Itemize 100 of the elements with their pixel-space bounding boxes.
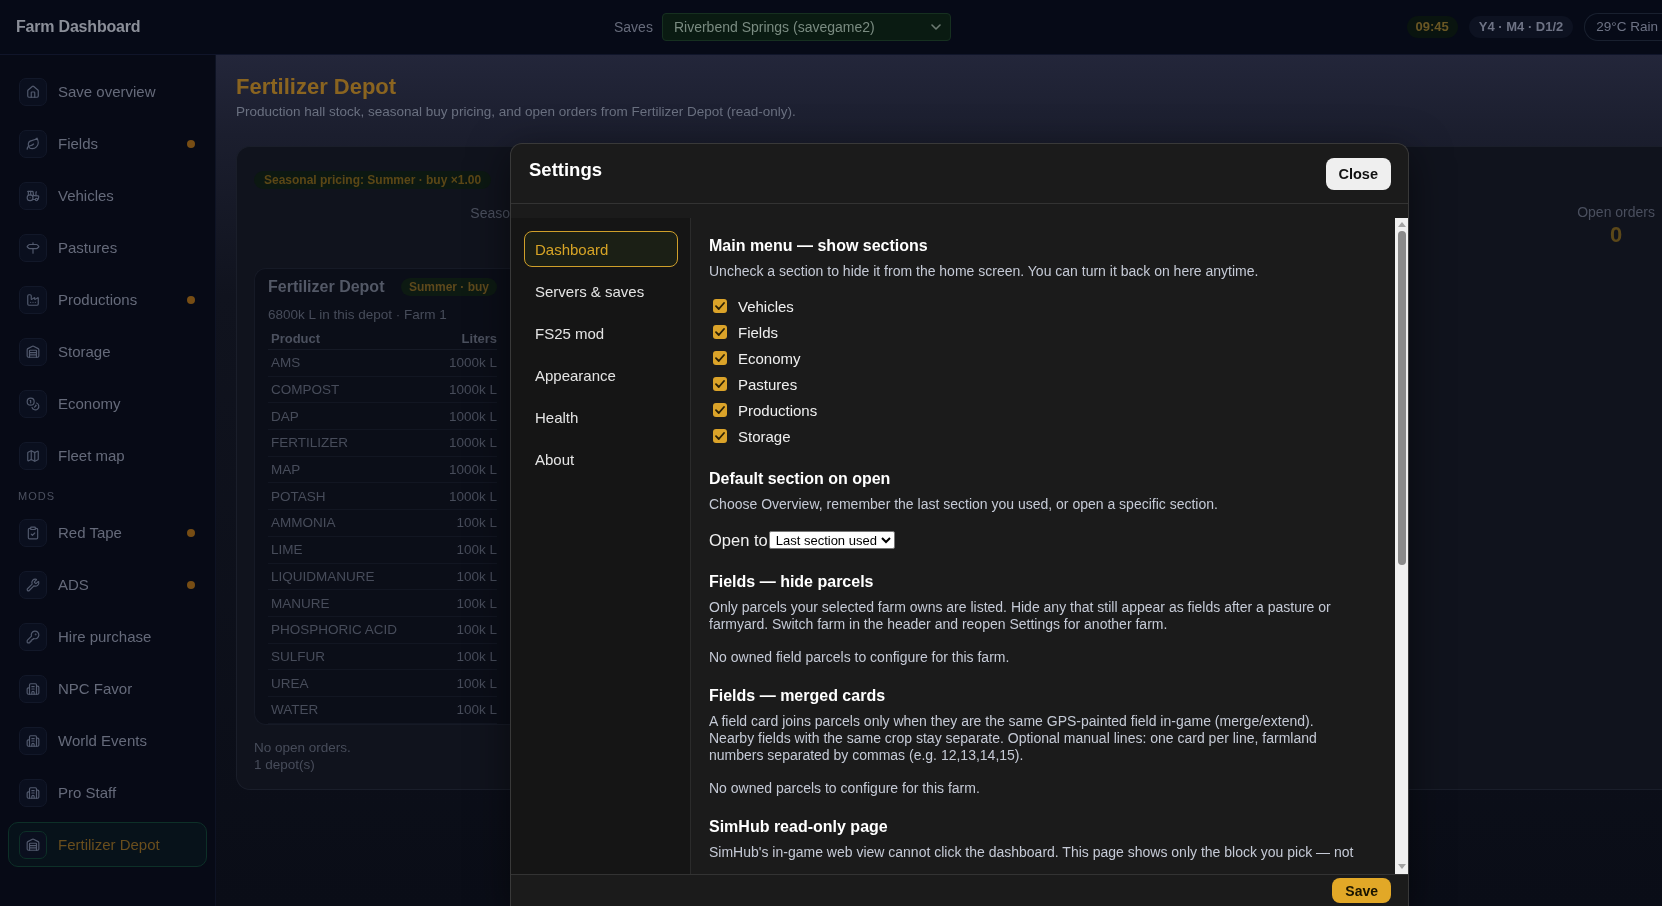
checkbox-label: Pastures bbox=[738, 375, 798, 393]
sidebar-item[interactable]: Productions bbox=[8, 277, 207, 322]
table-cell: 100k L bbox=[456, 648, 497, 664]
building-icon bbox=[19, 778, 47, 807]
table-cell: POTASH bbox=[271, 488, 326, 504]
date-badge: Y4 · M4 · D1/2 bbox=[1468, 16, 1574, 38]
section-text: Uncheck a section to hide it from the home screen. You can turn it back on here anytime. bbox=[709, 263, 1260, 280]
triangle-up-icon bbox=[1397, 222, 1406, 227]
stat-value: 0 bbox=[1609, 223, 1623, 247]
page-subtitle: Production hall stock, seasonal buy pricing, and open orders from Fertilizer Depot (read-only). bbox=[236, 103, 797, 121]
sidebar-item[interactable]: Fertilizer Depot bbox=[8, 822, 207, 867]
section-text: No owned parcels to configure for this farm. bbox=[709, 780, 981, 797]
section-text: Only parcels your selected farm owns are listed. Hide any that still appear as fields after a pasture or farmyard. Switch farm in the header and reopen Settings for another farm. bbox=[709, 599, 1332, 633]
time-badge: 09:45 bbox=[1406, 16, 1458, 38]
sidebar-item[interactable]: Vehicles bbox=[8, 173, 207, 218]
sidebar-item[interactable]: Pastures bbox=[8, 225, 207, 270]
table-cell: MANURE bbox=[271, 595, 330, 611]
section-heading: Main menu — show sections bbox=[709, 236, 929, 256]
checkbox[interactable] bbox=[713, 351, 727, 365]
checkbox[interactable] bbox=[713, 377, 727, 391]
section-heading: SimHub read-only page bbox=[709, 817, 889, 837]
house-icon bbox=[19, 77, 47, 106]
building-icon bbox=[19, 674, 47, 703]
sidebar-item[interactable]: Red Tape bbox=[8, 510, 207, 555]
section-text: Choose Overview, remember the last section you used, or open a specific section. bbox=[709, 496, 1219, 513]
checkbox[interactable] bbox=[713, 403, 727, 417]
settings-nav-item[interactable]: Servers & saves bbox=[524, 273, 678, 309]
sidebar-item[interactable]: World Events bbox=[8, 718, 207, 763]
settings-nav-item[interactable]: About bbox=[524, 441, 678, 477]
table-cell: COMPOST bbox=[271, 382, 340, 398]
orders-note: No open orders. bbox=[254, 739, 352, 756]
table-cell: 100k L bbox=[456, 702, 497, 718]
column-header: Product bbox=[271, 331, 321, 346]
sidebar-item[interactable]: Fleet map bbox=[8, 433, 207, 478]
saves-label: Saves bbox=[614, 19, 653, 35]
sidebar-item[interactable]: Hire purchase bbox=[8, 614, 207, 659]
sidebar-item[interactable]: Pro Staff bbox=[8, 770, 207, 815]
table-cell: AMS bbox=[271, 355, 301, 371]
table-cell: UREA bbox=[271, 675, 309, 691]
sidebar-section-label: MODS bbox=[17, 490, 56, 503]
table-cell: 1000k L bbox=[448, 435, 497, 451]
table-cell: 100k L bbox=[456, 542, 497, 558]
table-cell: AMMONIA bbox=[271, 515, 336, 531]
table-cell: LIQUIDMANURE bbox=[271, 568, 375, 584]
table-cell: WATER bbox=[271, 702, 319, 718]
field-label: Open to bbox=[709, 530, 768, 550]
section-text: A field card joins parcels only when they are the same GPS-painted field in-game (merge/extend). Nearby fields with the same crop stay separate. Optional manual lines: one card per line, farmland numbers separated by commas (e.g. 12,13,14,15). bbox=[709, 713, 1318, 764]
season-badge: Summer · buy bbox=[401, 278, 497, 296]
table-cell: 1000k L bbox=[448, 488, 497, 504]
settings-nav-item[interactable]: Health bbox=[524, 399, 678, 435]
building-icon bbox=[19, 726, 47, 755]
stat-label: Seaso bbox=[470, 204, 510, 222]
checkbox[interactable] bbox=[713, 325, 727, 339]
section-heading: Fields — merged cards bbox=[709, 686, 887, 706]
table-cell: 100k L bbox=[456, 622, 497, 638]
page-title: Fertilizer Depot bbox=[236, 74, 398, 100]
settings-nav-item[interactable]: Dashboard bbox=[524, 231, 678, 267]
chevron-down-icon bbox=[930, 24, 941, 30]
wrench-icon bbox=[19, 570, 47, 599]
section-heading: Fields — hide parcels bbox=[709, 572, 875, 592]
stat-label: Open orders bbox=[1577, 203, 1655, 221]
table-cell: 100k L bbox=[456, 515, 497, 531]
settings-nav-item[interactable]: FS25 mod bbox=[524, 315, 678, 351]
save-select[interactable]: Riverbend Springs (savegame2) bbox=[661, 13, 951, 41]
signpost-icon bbox=[19, 233, 47, 262]
save-button[interactable]: Save bbox=[1332, 878, 1391, 903]
table-cell: 100k L bbox=[456, 568, 497, 584]
coins-icon bbox=[19, 389, 47, 418]
tractor-icon bbox=[19, 181, 47, 210]
scrollbar[interactable] bbox=[1395, 218, 1408, 874]
sidebar-item[interactable]: Economy bbox=[8, 381, 207, 426]
sidebar-item[interactable]: Fields bbox=[8, 121, 207, 166]
clipboard-check-icon bbox=[19, 518, 47, 547]
section-text: SimHub's in-game web view cannot click the dashboard. This page shows only the block you pick — not bbox=[709, 844, 1355, 861]
warehouse-icon bbox=[19, 830, 47, 859]
sidebar-item[interactable]: NPC Favor bbox=[8, 666, 207, 711]
table-cell: MAP bbox=[271, 462, 301, 478]
settings-nav-item[interactable]: Appearance bbox=[524, 357, 678, 393]
sidebar-item[interactable]: ADS bbox=[8, 562, 207, 607]
pricing-badge: Seasonal pricing: Summer · buy ×1.00 bbox=[254, 171, 492, 189]
sidebar-item[interactable]: Save overview bbox=[8, 69, 207, 114]
app-title: Farm Dashboard bbox=[16, 18, 141, 36]
close-button[interactable]: Close bbox=[1325, 158, 1391, 190]
checkbox-label: Economy bbox=[738, 349, 801, 367]
key-icon bbox=[19, 622, 47, 651]
table-cell: 100k L bbox=[456, 675, 497, 691]
checkbox[interactable] bbox=[713, 299, 727, 313]
checkbox[interactable] bbox=[713, 429, 727, 443]
table-cell: SULFUR bbox=[271, 648, 325, 664]
table-cell: 1000k L bbox=[448, 382, 497, 398]
sidebar-item[interactable]: Storage bbox=[8, 329, 207, 374]
dialog-title: Settings bbox=[529, 158, 602, 182]
map-icon bbox=[19, 441, 47, 470]
table-cell: 100k L bbox=[456, 595, 497, 611]
triangle-down-icon bbox=[1397, 864, 1406, 869]
scrollbar-thumb[interactable] bbox=[1397, 231, 1406, 565]
section-select[interactable]: Last section used bbox=[768, 531, 895, 549]
table-cell: PHOSPHORIC ACID bbox=[271, 622, 398, 638]
section-heading: Default section on open bbox=[709, 469, 892, 489]
column-header: Liters bbox=[461, 331, 497, 346]
